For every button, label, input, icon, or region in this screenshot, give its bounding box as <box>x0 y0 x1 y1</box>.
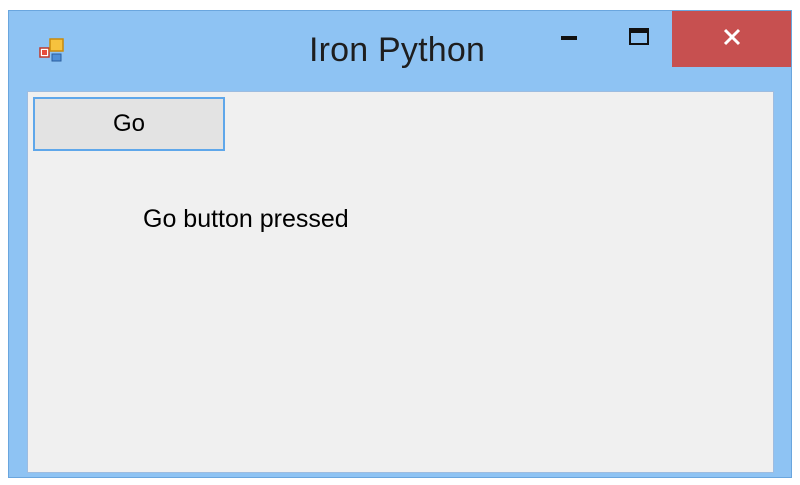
status-label: Go button pressed <box>143 205 349 233</box>
window-title: Iron Python <box>309 31 486 69</box>
title-bar[interactable]: Iron Python <box>9 11 791 91</box>
minimize-icon <box>559 27 579 52</box>
go-button[interactable]: Go <box>33 97 225 151</box>
maximize-icon <box>628 27 650 52</box>
close-icon <box>721 26 743 53</box>
windows-form-icon[interactable] <box>39 37 65 63</box>
form-client-area: Go Go button pressed <box>27 91 774 473</box>
maximize-button[interactable] <box>614 11 664 67</box>
close-button[interactable] <box>672 11 791 67</box>
minimize-button[interactable] <box>544 11 594 67</box>
app-window: Iron Python Go Go button pressed <box>8 10 792 478</box>
